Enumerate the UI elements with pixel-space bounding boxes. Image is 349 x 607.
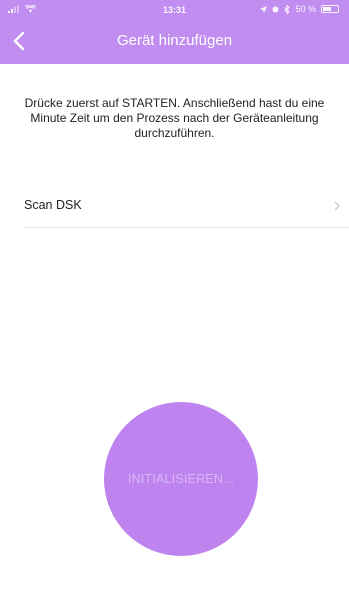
status-right: 50 % — [260, 4, 339, 14]
scan-dsk-row[interactable]: Scan DSK — [24, 186, 349, 228]
back-button[interactable] — [6, 26, 32, 56]
nav-bar: Gerät hinzufügen — [0, 20, 349, 64]
instructions-text: Drücke zuerst auf STARTEN. Anschließend … — [24, 96, 325, 140]
status-bar: 13:31 50 % — [0, 0, 349, 20]
initialize-button-label: INITIALISIEREN... — [127, 472, 235, 486]
chevron-right-icon — [334, 201, 340, 211]
initialize-button[interactable]: INITIALISIEREN... — [104, 402, 258, 556]
page-title: Gerät hinzufügen — [116, 32, 233, 49]
alarm-icon — [272, 6, 279, 13]
location-icon — [260, 5, 268, 13]
battery-percent: 50 % — [295, 4, 316, 14]
battery-icon — [321, 5, 339, 13]
bluetooth-icon — [284, 4, 291, 14]
chevron-left-icon — [13, 31, 25, 51]
scan-dsk-label: Scan DSK — [24, 198, 82, 212]
add-device-screen: 13:31 50 % Gerät hinzufügen Drücke zuers… — [0, 0, 349, 607]
header: 13:31 50 % Gerät hinzufügen — [0, 0, 349, 64]
